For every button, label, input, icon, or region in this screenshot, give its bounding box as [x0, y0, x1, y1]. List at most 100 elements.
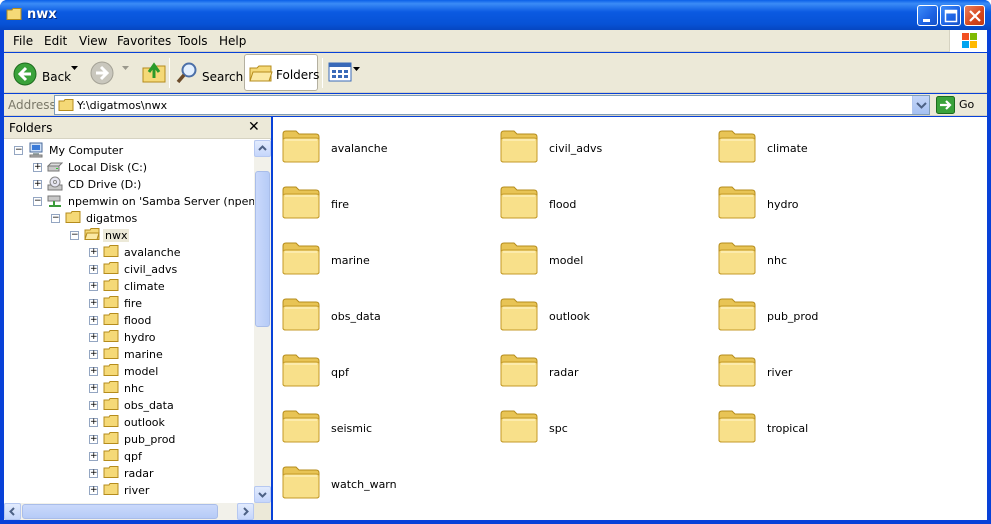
tree-item[interactable]: + radar — [89, 465, 254, 482]
expand-icon[interactable]: + — [89, 350, 98, 359]
tree-item[interactable]: + avalanche — [89, 244, 254, 261]
title-bar[interactable]: nwx — [0, 0, 991, 30]
scroll-right-button[interactable] — [237, 503, 254, 520]
scroll-thumb[interactable] — [22, 504, 218, 519]
folder-item[interactable]: qpf — [273, 345, 473, 391]
tree-item[interactable]: + pub_prod — [89, 431, 254, 448]
up-folder-icon[interactable] — [141, 59, 167, 85]
tree-item[interactable]: + flood — [89, 312, 254, 329]
scroll-down-button[interactable] — [254, 486, 271, 503]
expand-icon[interactable]: + — [89, 435, 98, 444]
folder-item[interactable]: marine — [273, 233, 473, 279]
folder-item[interactable]: civil_advs — [491, 121, 691, 167]
folder-item[interactable]: fire — [273, 177, 473, 223]
menu-favorites[interactable]: Favorites — [117, 34, 171, 48]
folder-tree[interactable]: − My Computer + Local Disk (C:) + CD Drive (D… — [4, 140, 254, 503]
tree-item[interactable]: + CD Drive (D:) — [33, 176, 254, 193]
explorer-window: nwx File Edit View Favorites Tools Help — [0, 0, 991, 524]
folder-item[interactable]: spc — [491, 401, 691, 447]
menu-help[interactable]: Help — [219, 34, 246, 48]
expand-icon[interactable]: + — [33, 180, 42, 189]
address-dropdown-button[interactable] — [912, 96, 929, 114]
menu-tools[interactable]: Tools — [178, 34, 208, 48]
toolbar-separator — [169, 58, 170, 88]
folder-item[interactable]: river — [709, 345, 909, 391]
scroll-thumb[interactable] — [255, 171, 270, 327]
folder-item[interactable]: outlook — [491, 289, 691, 335]
folder-item[interactable]: radar — [491, 345, 691, 391]
views-button[interactable] — [326, 59, 362, 87]
address-bar: Address Y:\digatmos\nwx Go — [4, 94, 987, 116]
folder-item[interactable]: watch_warn — [273, 457, 473, 503]
collapse-icon[interactable]: − — [70, 231, 79, 240]
scroll-left-button[interactable] — [4, 503, 21, 520]
tree-item[interactable]: + hydro — [89, 329, 254, 346]
folder-contents[interactable]: avalanche civil_advs climate fire flood hydro… — [273, 117, 987, 520]
minimize-button[interactable] — [917, 5, 938, 26]
folder-item[interactable]: obs_data — [273, 289, 473, 335]
tree-item[interactable]: + marine — [89, 346, 254, 363]
tree-item[interactable]: − My Computer — [14, 142, 254, 159]
back-button[interactable]: Back — [8, 57, 86, 89]
forward-arrow-icon[interactable] — [90, 61, 114, 85]
collapse-icon[interactable]: − — [51, 214, 60, 223]
expand-icon[interactable]: + — [89, 282, 98, 291]
expand-icon[interactable]: + — [89, 486, 98, 495]
tree-item[interactable]: + obs_data — [89, 397, 254, 414]
folder-item[interactable]: hydro — [709, 177, 909, 223]
maximize-button[interactable] — [940, 5, 961, 26]
expand-icon[interactable]: + — [89, 418, 98, 427]
tree-item[interactable]: + fire — [89, 295, 254, 312]
expand-icon[interactable]: + — [89, 384, 98, 393]
collapse-icon[interactable]: − — [14, 146, 23, 155]
folder-item[interactable]: tropical — [709, 401, 909, 447]
close-button[interactable] — [964, 5, 985, 26]
folder-item[interactable]: nhc — [709, 233, 909, 279]
tree-item[interactable]: + Local Disk (C:) — [33, 159, 254, 176]
vertical-scrollbar[interactable] — [254, 140, 271, 503]
folder-item[interactable]: pub_prod — [709, 289, 909, 335]
go-button[interactable]: Go — [936, 95, 984, 115]
expand-icon[interactable]: + — [89, 265, 98, 274]
menu-edit[interactable]: Edit — [44, 34, 67, 48]
tree-item[interactable]: + climate — [89, 278, 254, 295]
chevron-down-icon[interactable] — [71, 66, 78, 71]
expand-icon[interactable]: + — [89, 367, 98, 376]
tree-item-label: outlook — [124, 416, 165, 429]
tree-item[interactable]: − npemwin on 'Samba Server (npemwin)' — [33, 193, 254, 210]
expand-icon[interactable]: + — [89, 401, 98, 410]
menu-file[interactable]: File — [13, 34, 33, 48]
tree-item[interactable]: + civil_advs — [89, 261, 254, 278]
expand-icon[interactable]: + — [89, 316, 98, 325]
tree-item[interactable]: + qpf — [89, 448, 254, 465]
address-input[interactable]: Y:\digatmos\nwx — [54, 95, 930, 115]
expand-icon[interactable]: + — [33, 163, 42, 172]
horizontal-scrollbar[interactable] — [4, 503, 254, 520]
folder-item[interactable]: model — [491, 233, 691, 279]
tree-item[interactable]: + model — [89, 363, 254, 380]
expand-icon[interactable]: + — [89, 333, 98, 342]
expand-icon[interactable]: + — [89, 452, 98, 461]
folder-item[interactable]: flood — [491, 177, 691, 223]
folders-button[interactable]: Folders — [244, 54, 319, 91]
tree-item[interactable]: − nwx — [70, 227, 254, 244]
folder-item[interactable]: avalanche — [273, 121, 473, 167]
expand-icon[interactable]: + — [89, 248, 98, 257]
expand-icon[interactable]: + — [89, 469, 98, 478]
search-button[interactable]: Search — [173, 57, 243, 89]
folder-name: qpf — [331, 366, 349, 379]
collapse-icon[interactable]: − — [33, 197, 42, 206]
close-pane-button[interactable]: ✕ — [248, 119, 260, 135]
chevron-down-icon[interactable] — [122, 66, 129, 71]
scroll-up-button[interactable] — [254, 140, 271, 157]
folder-icon — [717, 296, 757, 335]
expand-icon[interactable]: + — [89, 299, 98, 308]
tree-item[interactable]: + outlook — [89, 414, 254, 431]
views-icon — [328, 62, 352, 82]
tree-item[interactable]: − digatmos — [51, 210, 254, 227]
tree-item[interactable]: + river — [89, 482, 254, 499]
folder-item[interactable]: seismic — [273, 401, 473, 447]
menu-view[interactable]: View — [79, 34, 107, 48]
folder-item[interactable]: climate — [709, 121, 909, 167]
tree-item[interactable]: + nhc — [89, 380, 254, 397]
